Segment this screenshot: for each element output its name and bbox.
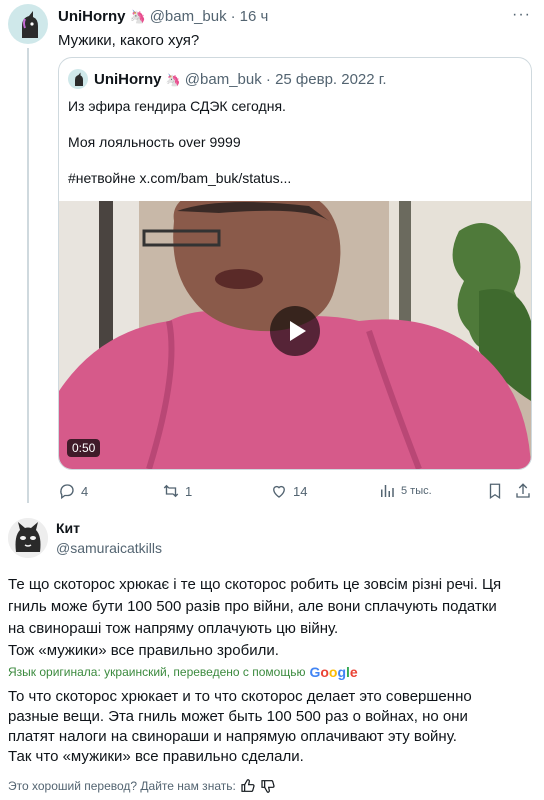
quoted-text-line[interactable]: #нетвойне x.com/bam_buk/status...	[68, 170, 291, 186]
heart-icon	[273, 485, 285, 498]
like-count: 14	[293, 483, 308, 499]
author-name[interactable]: UniHorny	[58, 8, 126, 25]
quoted-text-line: Из эфира гендира СДЭК сегодня.	[68, 98, 286, 114]
google-logo: Google	[309, 664, 357, 680]
thumbs-down-icon[interactable]	[260, 778, 276, 794]
tweet-actions: 4 1 14 5 тыс.	[58, 482, 532, 502]
quoted-date: · 25 февр. 2022 г.	[265, 71, 387, 88]
like-button[interactable]: 14	[270, 482, 307, 500]
author-handle[interactable]: @bam_buk	[150, 8, 227, 25]
translation-line: То что скоторос хрюкает и то что скоторо…	[8, 688, 472, 705]
tweet-text: Мужики, какого хуя?	[58, 32, 200, 49]
translation-line: платят налоги на свинораши и напрямую оп…	[8, 728, 457, 745]
reply-text-line: Те що скоторос хрюкає і те що скоторос р…	[8, 576, 502, 593]
reply-text-line: гниль може бути 100 500 разів про війни,…	[8, 598, 497, 615]
retweet-count: 1	[185, 483, 193, 499]
google-letter: G	[309, 664, 321, 680]
share-button[interactable]	[514, 482, 532, 500]
reply-author-avatar[interactable]	[8, 518, 48, 558]
quoted-author-avatar[interactable]	[68, 69, 88, 89]
quoted-author-handle[interactable]: @bam_buk	[185, 71, 262, 88]
unicorn-avatar-icon	[22, 11, 38, 38]
views-chart-icon	[381, 485, 394, 497]
reply-button[interactable]: 4	[58, 482, 88, 500]
translation-feedback: Это хороший перевод? Дайте нам знать:	[8, 778, 276, 794]
views-button[interactable]: 5 тыс.	[378, 482, 432, 500]
quoted-author-name[interactable]: UniHorny	[94, 71, 162, 88]
reply-original-text: Те що скоторос хрюкає і те що скоторос р…	[8, 574, 538, 662]
retweet-button[interactable]: 1	[162, 482, 192, 500]
reply-translated-text: То что скоторос хрюкает и то что скоторо…	[8, 687, 538, 767]
reply-author-handle[interactable]: @samuraicatkills	[56, 540, 162, 556]
reply-text-line: Тож «мужики» все правильно зробили.	[8, 642, 279, 659]
google-letter: e	[349, 664, 358, 680]
reply-icon	[60, 484, 74, 500]
video-duration: 0:50	[67, 439, 101, 457]
quoted-text-line: Моя лояльность over 9999	[68, 134, 241, 150]
translation-note: Язык оригинала: украинский, переведено с…	[8, 664, 358, 680]
separator-dot: ·	[230, 8, 236, 25]
translation-line: разные вещи. Эта гниль может быть 100 50…	[8, 708, 468, 725]
thumbs-up-icon[interactable]	[240, 778, 256, 794]
quoted-header: UniHorny 🦄 @bam_buk · 25 февр. 2022 г.	[94, 71, 387, 88]
google-letter: g	[337, 664, 347, 680]
author-avatar[interactable]	[8, 4, 48, 44]
google-letter: o	[320, 664, 329, 680]
cat-avatar-icon	[8, 518, 48, 558]
retweet-icon	[163, 484, 179, 498]
unicorn-emoji-icon: 🦄	[165, 73, 181, 87]
tweet-header: UniHorny 🦄 @bam_buk · 16 ч	[58, 8, 268, 25]
tweet-time[interactable]: 16 ч	[240, 8, 269, 25]
reply-text-line: на свинораші тож напряму оплачують цю ві…	[8, 620, 339, 637]
play-button-icon[interactable]	[270, 306, 320, 356]
unicorn-emoji-icon: 🦄	[129, 8, 146, 24]
bookmark-icon	[489, 483, 501, 500]
more-options-icon[interactable]: ···	[512, 6, 531, 24]
unicorn-avatar-icon	[75, 72, 83, 86]
views-count: 5 тыс.	[401, 485, 432, 497]
thread-connector	[27, 48, 29, 503]
quoted-tweet[interactable]: UniHorny 🦄 @bam_buk · 25 февр. 2022 г. И…	[58, 57, 532, 470]
video-player[interactable]: 0:50	[59, 201, 531, 469]
feedback-prompt: Это хороший перевод? Дайте нам знать:	[8, 779, 236, 793]
share-icon	[516, 483, 530, 498]
reply-author-name[interactable]: Кит	[56, 520, 80, 536]
bookmark-button[interactable]	[486, 482, 504, 500]
reply-count: 4	[81, 483, 89, 499]
translation-line: Так что «мужики» все правильно сделали.	[8, 748, 304, 765]
translation-note-text: Язык оригинала: украинский, переведено с…	[8, 665, 306, 679]
